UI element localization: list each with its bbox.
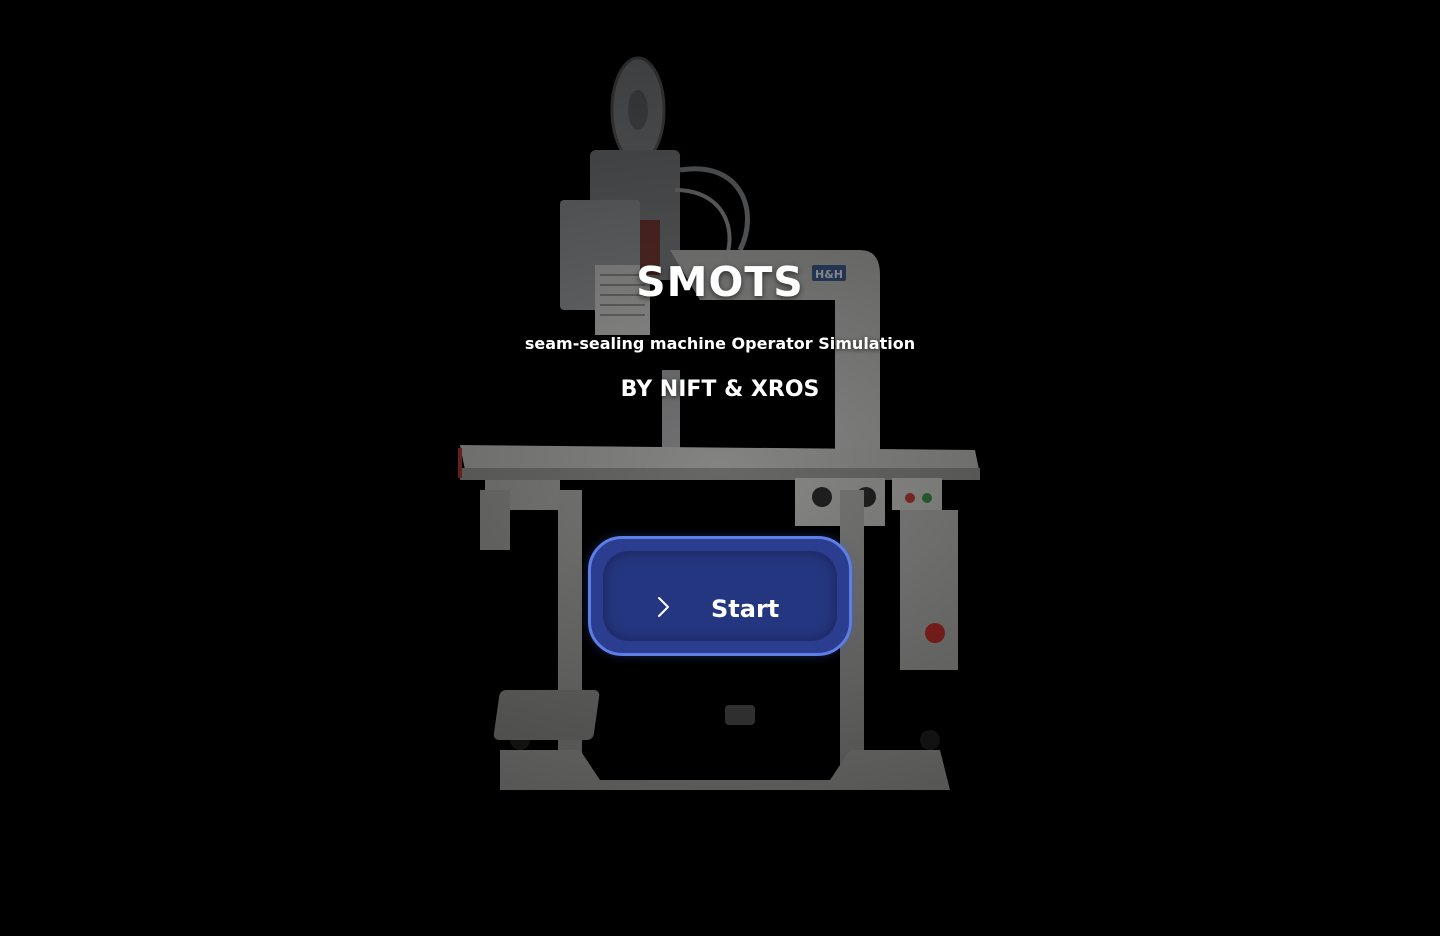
splash-screen: H&H SMOTS seam-sealing machine Operator … [0, 0, 1440, 936]
start-button-label: Start [711, 595, 780, 623]
app-credit: BY NIFT & XROS [620, 377, 820, 402]
start-button[interactable]: Start [588, 536, 852, 656]
seam-sealing-machine-image: H&H [458, 56, 980, 790]
chevron-right-icon [658, 597, 669, 617]
app-title: SMOTS [636, 258, 804, 306]
app-subtitle: seam-sealing machine Operator Simulation [524, 334, 916, 353]
start-button-inner: Start [603, 551, 837, 641]
